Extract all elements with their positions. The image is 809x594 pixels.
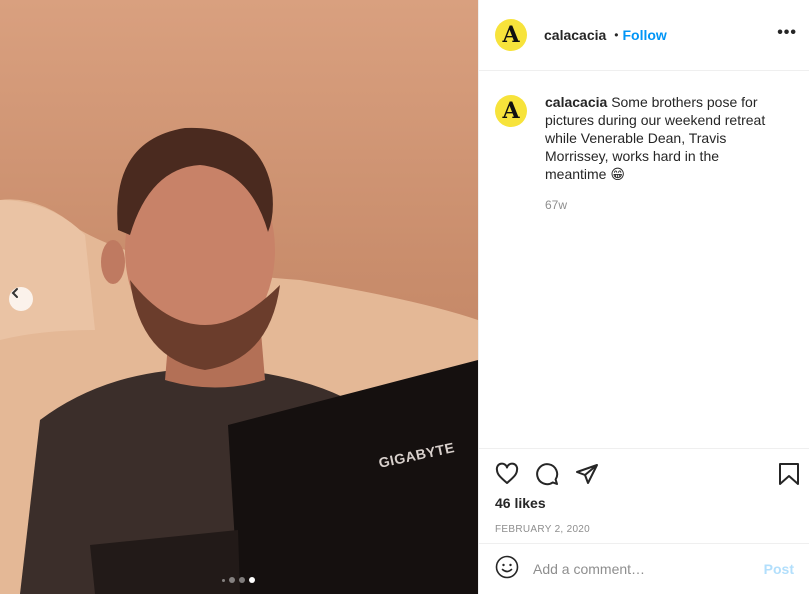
comment-box: Post bbox=[479, 543, 809, 594]
more-icon[interactable]: ••• bbox=[777, 24, 797, 42]
separator-dot: • bbox=[614, 28, 619, 42]
carousel-dot bbox=[222, 578, 225, 582]
caption: A calacacia Some brothers pose for pictu… bbox=[495, 93, 795, 214]
post-photo[interactable]: GIGABYTE bbox=[0, 0, 478, 594]
post-comment-button[interactable]: Post bbox=[764, 561, 794, 577]
avatar-letter: A bbox=[502, 22, 520, 48]
carousel-indicator bbox=[222, 577, 255, 583]
share-icon[interactable] bbox=[575, 462, 599, 486]
photo-illustration bbox=[0, 127, 478, 594]
post-panel: A calacacia • Follow ••• A calacacia Som… bbox=[478, 0, 809, 594]
post-time[interactable]: 67w bbox=[545, 196, 780, 214]
actions-area: 46 likes FEBRUARY 2, 2020 bbox=[479, 448, 809, 535]
caption-avatar[interactable]: A bbox=[495, 95, 527, 127]
avatar-letter: A bbox=[502, 98, 520, 124]
carousel-dot bbox=[239, 577, 245, 583]
caption-username-link[interactable]: calacacia bbox=[545, 94, 607, 110]
bookmark-icon[interactable] bbox=[778, 462, 800, 491]
username-link[interactable]: calacacia bbox=[544, 27, 606, 43]
comment-icon[interactable] bbox=[535, 462, 559, 486]
action-icons bbox=[479, 449, 809, 499]
carousel-dot-active bbox=[249, 577, 255, 583]
emoji-icon[interactable] bbox=[495, 555, 519, 584]
carousel-prev-button[interactable] bbox=[9, 287, 33, 311]
follow-button[interactable]: Follow bbox=[623, 27, 667, 43]
comment-input[interactable] bbox=[533, 561, 764, 577]
caption-body: calacacia Some brothers pose for picture… bbox=[545, 93, 780, 214]
post-date[interactable]: FEBRUARY 2, 2020 bbox=[479, 524, 809, 535]
avatar[interactable]: A bbox=[495, 19, 527, 51]
heart-icon[interactable] bbox=[495, 462, 519, 486]
carousel-dot bbox=[229, 577, 235, 583]
post-header: A calacacia • Follow ••• bbox=[479, 0, 809, 71]
